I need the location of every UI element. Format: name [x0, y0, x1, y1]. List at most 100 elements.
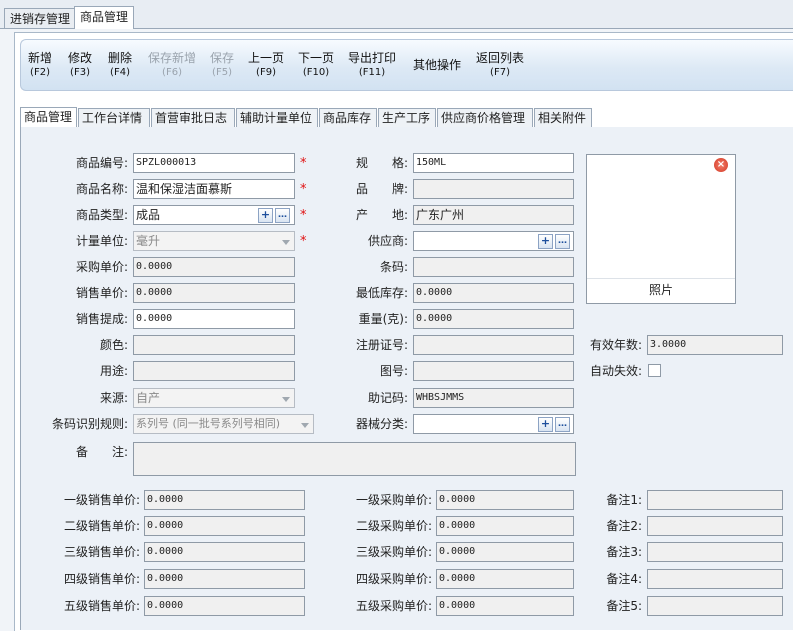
valid-years-input[interactable]: 3.0000 [647, 335, 783, 355]
auto-expire-label: 自动失效: [589, 364, 642, 378]
sale-price-5-label: 五级销售单价: [63, 599, 140, 613]
purchase-price-3-input[interactable]: 0.0000 [436, 542, 574, 562]
note-3-input[interactable] [647, 542, 783, 562]
remark-label: 备 注: [75, 445, 128, 459]
photo-box[interactable]: × 照片 [586, 154, 736, 304]
barcode-rule-select[interactable]: 系列号 (同一批号系列号相同) [133, 414, 314, 434]
spec-label: 规 格: [355, 156, 408, 170]
note-3-label: 备注3: [606, 545, 642, 559]
note-5-label: 备注5: [606, 599, 642, 613]
drawing-no-input[interactable] [413, 361, 574, 381]
brand-input[interactable] [413, 179, 574, 199]
barcode-label: 条码: [379, 260, 408, 274]
name-label: 商品名称: [75, 182, 128, 196]
tab-product[interactable]: 商品管理 [20, 107, 77, 128]
tab-inventory-management[interactable]: 进销存管理 [4, 8, 77, 28]
barcode-input[interactable] [413, 257, 574, 277]
tab-workbench-detail[interactable]: 工作台详情 [78, 108, 150, 127]
purchase-price-4-label: 四级采购单价: [355, 572, 432, 586]
required-mark: * [300, 156, 307, 171]
min-stock-label: 最低库存: [355, 286, 408, 300]
sale-price-2-input[interactable]: 0.0000 [144, 516, 305, 536]
more-icon[interactable]: … [275, 208, 290, 223]
next-page-button[interactable]: 下一页 (F10) [298, 52, 334, 79]
origin-label: 产 地: [355, 208, 408, 222]
tab-product-stock[interactable]: 商品库存 [319, 108, 377, 127]
commission-input[interactable]: 0.0000 [133, 309, 295, 329]
mnemonic-input[interactable]: WHBSJMMS [413, 388, 574, 408]
add-icon[interactable]: + [258, 208, 273, 223]
photo-label: 照片 [587, 278, 735, 301]
prev-page-button[interactable]: 上一页 (F9) [248, 52, 284, 79]
delete-button[interactable]: 删除 (F4) [108, 52, 132, 79]
export-print-button[interactable]: 导出打印 (F11) [348, 52, 396, 79]
unit-select[interactable]: 毫升 [133, 231, 295, 251]
detail-tab-bar: 商品管理 工作台详情 首营审批日志 辅助计量单位 商品库存 生产工序 供应商价格… [20, 107, 793, 128]
note-4-label: 备注4: [606, 572, 642, 586]
sale-price-2-label: 二级销售单价: [63, 519, 140, 533]
weight-input[interactable]: 0.0000 [413, 309, 574, 329]
more-icon[interactable]: … [555, 234, 570, 249]
purchase-price-input[interactable]: 0.0000 [133, 257, 295, 277]
tab-supplier-price[interactable]: 供应商价格管理 [437, 108, 533, 127]
purchase-price-4-input[interactable]: 0.0000 [436, 569, 574, 589]
edit-button[interactable]: 修改 (F3) [68, 52, 92, 79]
back-to-list-button[interactable]: 返回列表 (F7) [476, 52, 524, 79]
purchase-price-2-input[interactable]: 0.0000 [436, 516, 574, 536]
supplier-label: 供应商: [367, 234, 408, 248]
device-class-label: 器械分类: [355, 417, 408, 431]
usage-label: 用途: [99, 364, 128, 378]
purchase-price-5-label: 五级采购单价: [355, 599, 432, 613]
auto-expire-checkbox[interactable] [648, 364, 661, 377]
note-2-input[interactable] [647, 516, 783, 536]
tab-attachments[interactable]: 相关附件 [534, 108, 592, 127]
note-4-input[interactable] [647, 569, 783, 589]
tab-first-approval-log[interactable]: 首营审批日志 [151, 108, 235, 127]
tab-production-process[interactable]: 生产工序 [378, 108, 436, 127]
add-icon[interactable]: + [538, 417, 553, 432]
code-input[interactable]: SPZL000013 [133, 153, 295, 173]
note-1-label: 备注1: [606, 493, 642, 507]
sale-price-3-input[interactable]: 0.0000 [144, 542, 305, 562]
add-icon[interactable]: + [538, 234, 553, 249]
note-5-input[interactable] [647, 596, 783, 616]
sale-price-input[interactable]: 0.0000 [133, 283, 295, 303]
other-actions-button[interactable]: 其他操作 [413, 59, 461, 72]
required-mark: * [300, 182, 307, 197]
purchase-price-5-input[interactable]: 0.0000 [436, 596, 574, 616]
origin-input[interactable]: 广东广州 [413, 205, 574, 225]
min-stock-input[interactable]: 0.0000 [413, 283, 574, 303]
source-select[interactable]: 自产 [133, 388, 295, 408]
save-button[interactable]: 保存 (F5) [210, 52, 234, 79]
purchase-price-1-input[interactable]: 0.0000 [436, 490, 574, 510]
sale-price-1-label: 一级销售单价: [63, 493, 140, 507]
toolbar: 新增 (F2) 修改 (F3) 删除 (F4) 保存新增 (F6) 保存 (F5) 上一页… [20, 39, 793, 91]
note-2-label: 备注2: [606, 519, 642, 533]
more-icon[interactable]: … [555, 417, 570, 432]
delete-photo-icon[interactable]: × [714, 158, 728, 172]
sale-price-5-input[interactable]: 0.0000 [144, 596, 305, 616]
sale-price-4-input[interactable]: 0.0000 [144, 569, 305, 589]
usage-input[interactable] [133, 361, 295, 381]
mnemonic-label: 助记码: [367, 391, 408, 405]
tab-product-management[interactable]: 商品管理 [74, 6, 135, 29]
sale-price-1-input[interactable]: 0.0000 [144, 490, 305, 510]
remark-textarea[interactable] [133, 442, 576, 476]
barcode-rule-label: 条码识别规则: [51, 417, 128, 431]
purchase-price-2-label: 二级采购单价: [355, 519, 432, 533]
tab-aux-unit[interactable]: 辅助计量单位 [236, 108, 318, 127]
sale-price-4-label: 四级销售单价: [63, 572, 140, 586]
save-and-new-button[interactable]: 保存新增 (F6) [148, 52, 196, 79]
brand-label: 品 牌: [355, 182, 408, 196]
reg-no-input[interactable] [413, 335, 574, 355]
name-input[interactable]: 温和保湿洁面慕斯 [133, 179, 295, 199]
purchase-price-1-label: 一级采购单价: [355, 493, 432, 507]
unit-label: 计量单位: [75, 234, 128, 248]
add-button[interactable]: 新增 (F2) [28, 52, 52, 79]
note-1-input[interactable] [647, 490, 783, 510]
spec-input[interactable]: 150ML [413, 153, 574, 173]
color-label: 颜色: [99, 338, 128, 352]
weight-label: 重量(克): [358, 312, 408, 326]
type-label: 商品类型: [75, 208, 128, 222]
color-input[interactable] [133, 335, 295, 355]
